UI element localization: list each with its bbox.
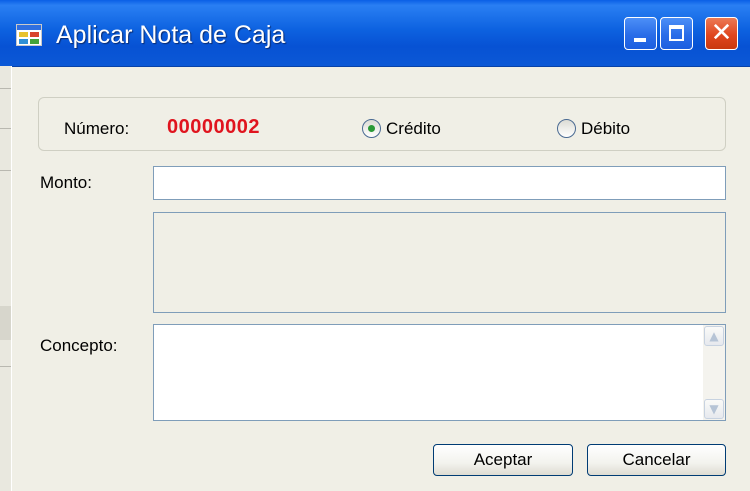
maximize-button[interactable] xyxy=(660,17,693,50)
credito-radio[interactable] xyxy=(362,119,381,138)
scroll-down-icon[interactable]: ▼ xyxy=(704,399,724,419)
edge-block xyxy=(0,306,11,340)
edge-divider xyxy=(0,170,11,171)
concepto-scrollbar[interactable]: ▲ ▼ xyxy=(703,325,725,420)
edge-divider xyxy=(0,128,11,129)
aceptar-button[interactable]: Aceptar xyxy=(433,444,573,476)
title-bar[interactable]: Aplicar Nota de Caja ✕ xyxy=(0,0,750,67)
monto-label: Monto: xyxy=(40,173,92,192)
scroll-up-icon[interactable]: ▲ xyxy=(704,326,724,346)
empty-panel xyxy=(153,212,726,313)
edge-divider xyxy=(0,366,11,367)
background-window-edge xyxy=(0,66,12,491)
minimize-button[interactable] xyxy=(624,17,657,50)
debito-radio[interactable] xyxy=(557,119,576,138)
numero-value: 00000002 xyxy=(167,116,260,138)
edge-divider xyxy=(0,88,11,89)
minimize-icon xyxy=(634,38,646,42)
cancelar-button[interactable]: Cancelar xyxy=(587,444,726,476)
window-title: Aplicar Nota de Caja xyxy=(56,21,286,49)
credito-label[interactable]: Crédito xyxy=(386,119,441,139)
close-button[interactable]: ✕ xyxy=(705,17,738,50)
close-icon: ✕ xyxy=(710,18,733,48)
monto-input[interactable] xyxy=(153,166,726,200)
radio-selected-dot xyxy=(368,125,375,132)
maximize-icon xyxy=(669,25,684,41)
debito-label[interactable]: Débito xyxy=(581,119,630,139)
concepto-label: Concepto: xyxy=(40,336,118,355)
app-window-icon xyxy=(16,24,42,46)
concepto-textarea[interactable]: ▲ ▼ xyxy=(153,324,726,421)
numero-label: Número: xyxy=(64,119,130,138)
